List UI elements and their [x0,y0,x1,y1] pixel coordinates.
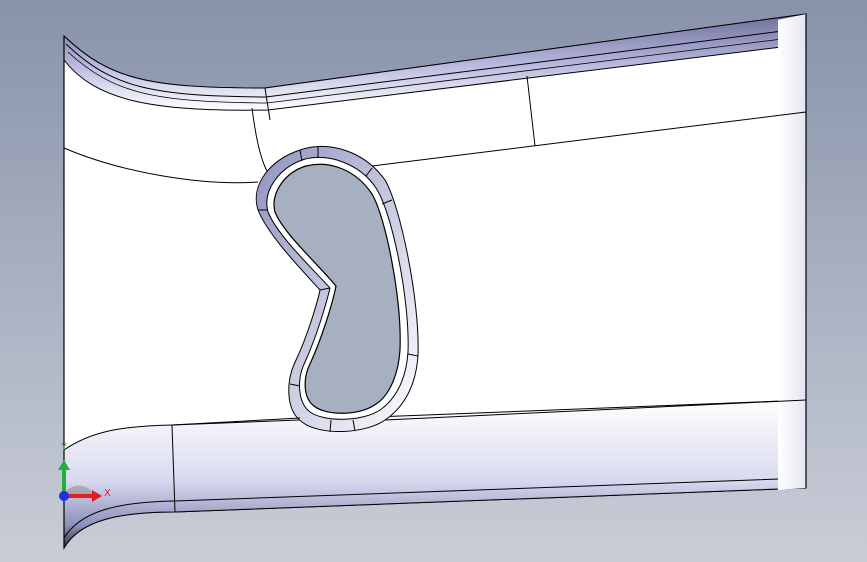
triad-z-axis [59,491,69,501]
part-right-end-face [778,14,806,490]
part-body[interactable] [63,13,807,550]
triad-y-label: Y [60,442,68,453]
triad-y-arrow [58,460,70,470]
coordinate-triad[interactable]: Y X [40,438,120,518]
triad-x-arrow [92,490,102,502]
cad-3d-viewport[interactable] [0,0,867,562]
triad-x-label: X [104,488,111,499]
